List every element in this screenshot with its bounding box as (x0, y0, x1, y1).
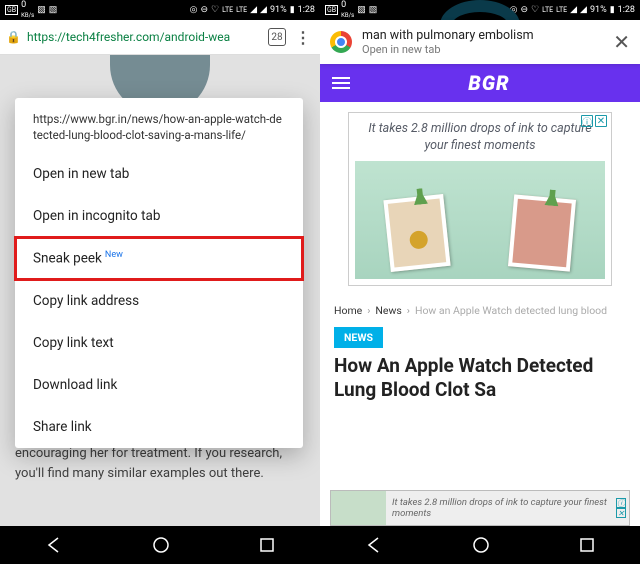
context-menu-url: https://www.bgr.in/news/how-an-apple-wat… (15, 98, 303, 153)
menu-open-new-tab[interactable]: Open in new tab (15, 153, 303, 195)
peek-subtitle[interactable]: Open in new tab (362, 43, 603, 56)
status-battery-icon: ▮ (610, 5, 615, 15)
ad-info-icon[interactable]: ⓘ✕ (616, 498, 629, 518)
status-battery-pct: 91% (270, 5, 287, 15)
status-cast-icon: ◎ (190, 5, 198, 15)
phone-right: GB 0KB/s ▧ ▧ ◎ ⊖ ♡ LTE LTE ◢ ◢ 91% ▮ 1:2… (320, 0, 640, 564)
status-gb-icon: GB (325, 5, 338, 15)
chevron-right-icon: › (407, 304, 410, 317)
close-icon[interactable]: ✕ (613, 30, 630, 54)
article-headline: How An Apple Watch Detected Lung Blood C… (320, 348, 640, 403)
nav-recent-icon[interactable] (259, 537, 275, 553)
lock-icon: 🔒 (6, 30, 21, 44)
status-signal-icon: ◢ (570, 5, 577, 15)
menu-open-incognito[interactable]: Open in incognito tab (15, 195, 303, 237)
menu-sneak-peek[interactable]: Sneak peekNew (15, 237, 303, 280)
nav-back-icon[interactable] (365, 536, 383, 554)
status-battery-icon: ▮ (290, 5, 295, 15)
status-bar: GB 0KB/s ▧ ▧ ◎ ⊖ ♡ LTE LTE ◢ ◢ 91% ▮ 1:2… (0, 0, 320, 20)
status-volte-icon: ♡ (211, 5, 219, 15)
address-bar[interactable]: 🔒 https://tech4fresher.com/android-wea 2… (0, 20, 320, 55)
status-app-icon: ▧ (37, 5, 46, 15)
status-volte-icon: ♡ (531, 5, 539, 15)
nav-back-icon[interactable] (45, 536, 63, 554)
status-clock: 1:28 (618, 5, 635, 15)
status-signal-icon-2: ◢ (260, 5, 267, 15)
ad-info-icon[interactable]: ⓘ✕ (581, 115, 607, 127)
ad-banner-bottom[interactable]: It takes 2.8 million drops of ink to cap… (330, 490, 630, 526)
nav-home-icon[interactable] (152, 536, 170, 554)
status-lte-icon: LTE (222, 6, 233, 14)
status-lte-icon: LTE (542, 6, 553, 14)
site-logo[interactable]: BGR (350, 71, 628, 95)
ad-image (355, 161, 605, 279)
status-battery-pct: 91% (590, 5, 607, 15)
status-dnd-icon: ⊖ (201, 5, 209, 15)
hamburger-icon[interactable] (332, 77, 350, 89)
ad-thumb (331, 491, 386, 525)
ad-banner[interactable]: ⓘ✕ It takes 2.8 million drops of ink to … (348, 112, 612, 286)
breadcrumb: Home › News › How an Apple Watch detecte… (320, 294, 640, 323)
menu-icon[interactable]: ⋮ (292, 28, 314, 47)
sneak-peek-header: man with pulmonary embolism Open in new … (320, 20, 640, 64)
menu-copy-link-text[interactable]: Copy link text (15, 322, 303, 364)
phone-left: GB 0KB/s ▧ ▧ ◎ ⊖ ♡ LTE LTE ◢ ◢ 91% ▮ 1:2… (0, 0, 320, 564)
status-lte-icon-2: LTE (556, 6, 567, 14)
category-label[interactable]: NEWS (334, 327, 383, 348)
nav-recent-icon[interactable] (579, 537, 595, 553)
status-clock: 1:28 (298, 5, 315, 15)
url-text: https://tech4fresher.com/android-wea (27, 30, 262, 44)
status-speed: 0KB/s (341, 0, 354, 20)
nav-home-icon[interactable] (472, 536, 490, 554)
site-header: BGR (320, 64, 640, 102)
chevron-right-icon: › (367, 304, 370, 317)
status-app-icon: ▧ (357, 5, 366, 15)
ad-text-bottom: It takes 2.8 million drops of ink to cap… (386, 497, 616, 520)
peek-title: man with pulmonary embolism (362, 28, 603, 43)
status-lte-icon-2: LTE (236, 6, 247, 14)
nav-bar (0, 526, 320, 564)
menu-download-link[interactable]: Download link (15, 364, 303, 406)
status-app-icon-2: ▧ (49, 5, 58, 15)
breadcrumb-title: How an Apple Watch detected lung blood (415, 304, 607, 317)
nav-bar (320, 526, 640, 564)
new-badge: New (105, 250, 123, 260)
status-speed: 0KB/s (21, 0, 34, 20)
chrome-icon (330, 31, 352, 53)
ad-text: It takes 2.8 million drops of ink to cap… (349, 113, 611, 157)
breadcrumb-home[interactable]: Home (334, 304, 362, 317)
status-signal-icon-2: ◢ (580, 5, 587, 15)
status-dnd-icon: ⊖ (521, 5, 529, 15)
peek-content[interactable]: ⓘ✕ It takes 2.8 million drops of ink to … (320, 102, 640, 526)
breadcrumb-news[interactable]: News (375, 304, 401, 317)
status-gb-icon: GB (5, 5, 18, 15)
status-signal-icon: ◢ (250, 5, 257, 15)
menu-share-link[interactable]: Share link (15, 406, 303, 448)
status-app-icon-2: ▧ (369, 5, 378, 15)
menu-copy-link-address[interactable]: Copy link address (15, 280, 303, 322)
context-menu: https://www.bgr.in/news/how-an-apple-wat… (15, 98, 303, 448)
tab-switcher[interactable]: 28 (268, 28, 286, 46)
